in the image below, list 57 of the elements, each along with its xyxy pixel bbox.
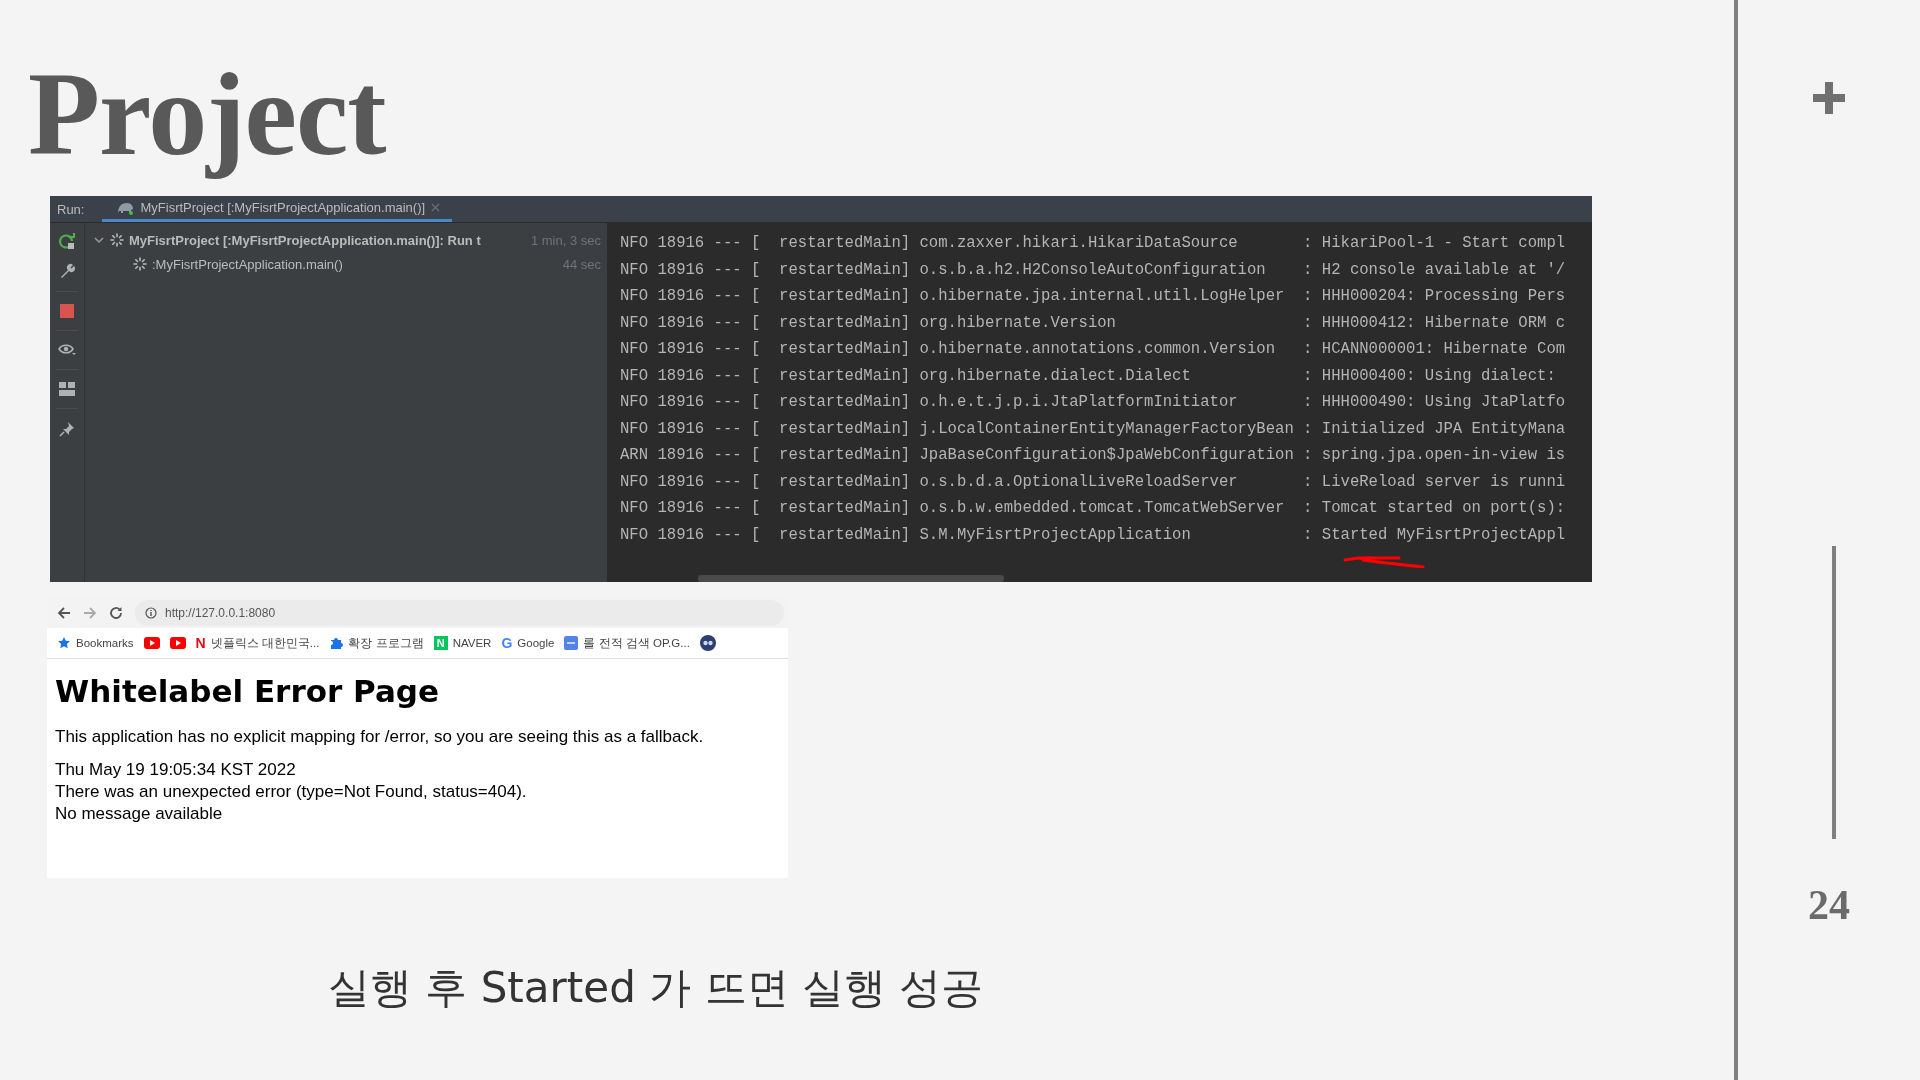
puzzle-icon <box>329 636 344 650</box>
square-icon <box>564 636 579 650</box>
bookmark-link[interactable]: 넷플릭스 대한민국... <box>210 635 320 651</box>
address-bar[interactable]: http://127.0.0.1:8080 <box>135 600 784 626</box>
tree-item[interactable]: :MyFisrtProjectApplication.main() <box>152 256 343 272</box>
bookmark-link[interactable]: 확장 프로그램 <box>348 635 424 651</box>
log-line: NFO 18916 --- [ restartedMain] o.s.b.a.h2.H2ConsoleAutoConfiguration : H2 console available at '/ <box>620 259 1567 281</box>
error-detail: No message available <box>55 803 224 825</box>
tree-item[interactable]: MyFisrtProject [:MyFisrtProjectApplication.main()]: Run t <box>129 232 481 248</box>
log-line: NFO 18916 --- [ restartedMain] o.h.e.t.j.p.i.JtaPlatformInitiator : HHH000490: Using JtaPlatfo <box>620 392 1567 413</box>
info-icon[interactable] <box>145 607 157 619</box>
letter-logo: N <box>195 635 206 651</box>
back-icon[interactable] <box>57 606 71 620</box>
letter-tile: N <box>433 636 448 650</box>
spinner-icon <box>110 233 124 247</box>
wrench-icon[interactable] <box>59 263 75 279</box>
slide-title: Project <box>28 50 386 182</box>
eye-icon[interactable] <box>58 343 76 357</box>
chevron-icon[interactable] <box>93 234 105 246</box>
log-line: NFO 18916 --- [ restartedMain] S.M.MyFisrtProjectApplication : Started MyFisrtProjectAppl <box>620 524 1567 546</box>
log-line: NFO 18916 --- [ restartedMain] o.hibernate.annotations.common.Version : HCANN000001: Hibernate Com <box>620 339 1567 360</box>
log-line: NFO 18916 --- [ restartedMain] org.hibernate.dialect.Dialect : HHH000400: Using dialect: <box>620 365 1557 387</box>
star-icon <box>57 636 71 650</box>
play-icon[interactable] <box>169 637 186 649</box>
elapsed-time: 1 min, 3 sec <box>530 232 601 248</box>
panel-label: Run: <box>56 201 86 217</box>
run-tab[interactable]: MyFisrtProject [:MyFisrtProjectApplication.main()] <box>102 196 453 222</box>
bookmark-link[interactable]: Google <box>517 637 555 649</box>
elephant-icon <box>116 200 135 215</box>
page-number: 24 <box>1808 881 1850 929</box>
reload-icon[interactable] <box>109 606 123 620</box>
log-line: NFO 18916 --- [ restartedMain] o.s.b.d.a.OptionalLiveReloadServer : LiveReload server is runni <box>620 471 1567 493</box>
scrollbar[interactable] <box>698 575 1004 582</box>
spinner-icon <box>133 257 147 271</box>
error-message: This application has no explicit mapping for /error, so you are seeing this as a fallback. <box>55 727 705 747</box>
elapsed-time: 44 sec <box>562 256 601 272</box>
bookmark-link[interactable]: Bookmarks <box>76 637 134 649</box>
plus-icon <box>1813 82 1845 114</box>
url-text: http://127.0.0.1:8080 <box>165 606 276 620</box>
error-detail: Thu May 19 19:05:34 KST 2022 <box>55 759 297 781</box>
error-detail: There was an unexpected error (type=Not Found, status=404). <box>55 781 528 803</box>
log-line: ARN 18916 --- [ restartedMain] JpaBaseConfiguration$JpaWebConfiguration : spring.jpa.open-in-view is <box>620 445 1567 466</box>
log-line: NFO 18916 --- [ restartedMain] org.hibernate.Version : HHH000412: Hibernate ORM c <box>620 312 1567 334</box>
log-line: NFO 18916 --- [ restartedMain] com.zaxxer.hikari.HikariDataSource : HikariPool-1 - Start compl <box>620 233 1567 254</box>
rerun-icon[interactable] <box>58 233 76 251</box>
log-line: NFO 18916 --- [ restartedMain] j.LocalContainerEntityManagerFactoryBean : Initialized JPA EntityMana <box>620 418 1567 440</box>
slide-caption: 실행 후 Started 가 뜨면 실행 성공 <box>328 962 984 1014</box>
page-heading: Whitelabel Error Page <box>55 673 441 709</box>
play-icon[interactable] <box>143 637 160 649</box>
goggles-icon[interactable] <box>699 635 716 651</box>
bookmark-link[interactable]: 롤 전적 검색 OP.G... <box>583 635 690 651</box>
layout-icon[interactable] <box>59 382 75 396</box>
letter-logo: G <box>501 635 513 651</box>
pin-icon[interactable] <box>59 421 75 437</box>
log-line: NFO 18916 --- [ restartedMain] o.hibernate.jpa.internal.util.LogHelper : HHH000204: Processing Pers <box>620 286 1567 307</box>
log-line: NFO 18916 --- [ restartedMain] o.s.b.w.embedded.tomcat.TomcatWebServer : Tomcat started on port(s): <box>620 498 1567 519</box>
bookmark-link[interactable]: NAVER <box>452 637 492 649</box>
